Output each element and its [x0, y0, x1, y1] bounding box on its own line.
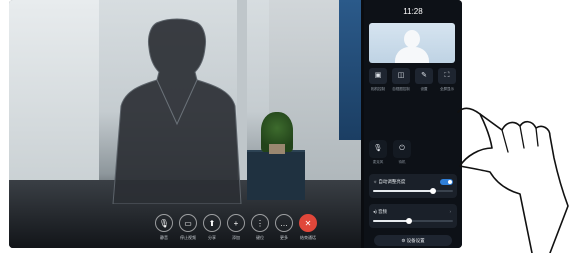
share-icon: ⬆ — [208, 219, 216, 228]
mid-controls: 🎙 麦克风 ⏻ 待机 — [369, 140, 419, 170]
background-blue-panel — [339, 0, 361, 140]
selfview-control-button[interactable]: ◫ — [392, 68, 410, 84]
standby-icon: ⏻ — [399, 145, 405, 152]
camera-control-icon: ▣ — [374, 72, 382, 79]
volume-card: ◂) 音频 › — [369, 204, 457, 228]
person-silhouette — [112, 18, 242, 204]
settings-quick-button[interactable]: ✎ — [415, 68, 433, 84]
brightness-card: ☼ 自动调整亮度 — [369, 174, 457, 198]
microphone-icon: 🎙 — [373, 145, 383, 152]
self-view[interactable] — [369, 23, 455, 63]
end-call-label: 结束通话 — [300, 235, 316, 240]
self-view-avatar-body — [395, 47, 429, 63]
device-settings-button[interactable]: ⚙ 设备设置 — [374, 235, 452, 246]
device-settings-label: 设备设置 — [406, 238, 425, 243]
standby-label: 待机 — [398, 160, 406, 164]
volume-slider-knob[interactable] — [406, 218, 412, 224]
microphone-icon: 🎙 — [158, 219, 170, 228]
volume-label: 音频 — [378, 209, 388, 214]
microphone-button[interactable]: 🎙 — [369, 140, 387, 158]
standby-button[interactable]: ⏻ — [393, 140, 411, 158]
brightness-slider-knob[interactable] — [430, 188, 436, 194]
more-icon: … — [280, 219, 288, 228]
background-wall — [9, 0, 99, 190]
end-call-button[interactable]: ✕ — [299, 214, 317, 232]
selfview-icon: ◫ — [397, 72, 405, 79]
fullscreen-button[interactable]: ⛶ — [438, 68, 456, 84]
keypad-icon: ⋮ — [256, 219, 264, 228]
clock: 11:28 — [403, 7, 423, 16]
device-screen: 🎙 静音 ▭ 停止视频 ⬆ 分享 + 添加 ⋮ 键位 … 更多 ✕ 结束通话 1… — [9, 0, 462, 248]
keypad-button[interactable]: ⋮ — [251, 214, 269, 232]
fullscreen-icon: ⛶ — [444, 72, 450, 79]
settings-icon: ✎ — [421, 72, 427, 79]
brightness-label: 自动调整亮度 — [378, 179, 406, 184]
settings-quick-label: 设置 — [420, 87, 428, 91]
volume-slider[interactable] — [373, 218, 453, 224]
stop-video-button[interactable]: ▭ — [179, 214, 197, 232]
volume-row: ◂) 音频 › — [373, 207, 453, 217]
add-button[interactable]: + — [227, 214, 245, 232]
share-button[interactable]: ⬆ — [203, 214, 221, 232]
camera-control-button[interactable]: ▣ — [369, 68, 387, 84]
camera-icon: ▭ — [184, 219, 192, 228]
call-toolbar: 🎙 静音 ▭ 停止视频 ⬆ 分享 + 添加 ⋮ 键位 … 更多 ✕ 结束通话 — [9, 210, 361, 248]
mute-button[interactable]: 🎙 — [155, 214, 173, 232]
background-cabinet — [247, 150, 305, 200]
control-panel: 11:28 ▣ 相机控制 ◫ 自视图控制 ✎ 设置 ⛶ 全屏显示 🎙 麦克风 ⏻… — [364, 0, 462, 248]
selfview-control-label: 自视图控制 — [392, 87, 410, 91]
pointing-hand-illustration — [457, 107, 569, 253]
add-icon: + — [233, 219, 239, 228]
end-call-icon: ✕ — [304, 219, 312, 228]
quick-controls: ▣ 相机控制 ◫ 自视图控制 ✎ 设置 ⛶ 全屏显示 — [369, 68, 457, 94]
brightness-slider[interactable] — [373, 188, 453, 194]
background-plant-pot — [269, 144, 285, 154]
volume-slider-fill — [373, 220, 409, 222]
more-button[interactable]: … — [275, 214, 293, 232]
camera-control-label: 相机控制 — [371, 87, 385, 91]
microphone-label: 麦克风 — [372, 160, 384, 164]
gear-icon: ⚙ — [401, 238, 406, 243]
self-view-avatar-head — [404, 30, 420, 48]
brightness-slider-fill — [373, 190, 433, 192]
